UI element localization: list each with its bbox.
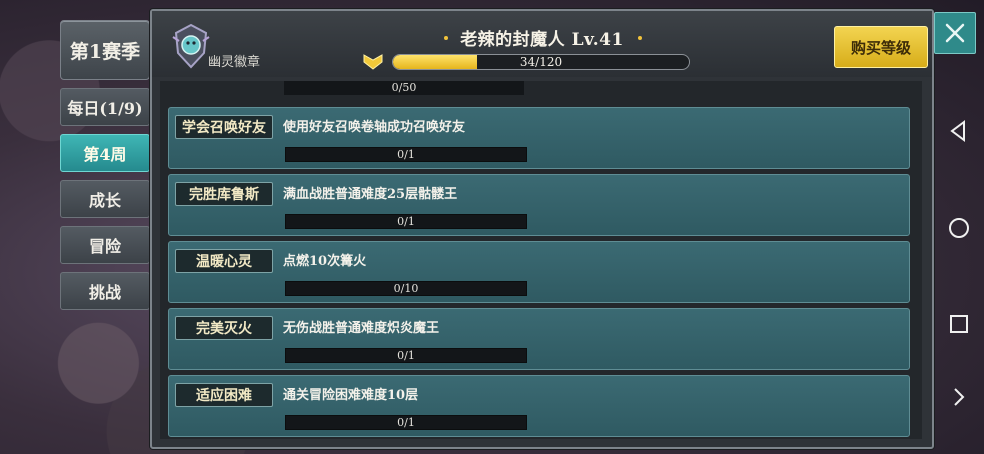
task-title: 完美灭火 bbox=[175, 316, 273, 340]
badge-label: 幽灵徽章 bbox=[208, 55, 261, 70]
task-description: 无伤战胜普通难度炽炎魔王 bbox=[283, 321, 440, 336]
buy-level-button[interactable]: 购买等级 bbox=[834, 26, 928, 68]
panel-header: 幽灵徽章 老辣的封魔人 Lv.41 34/120 购买等级 bbox=[152, 11, 932, 77]
task-card: 完胜库鲁斯 满血战胜普通难度25层骷髅王 0/1 bbox=[168, 174, 910, 236]
task-progress-bar: 0/1 bbox=[285, 147, 527, 162]
xp-progress-bar: 34/120 bbox=[392, 54, 690, 70]
close-button[interactable] bbox=[934, 12, 976, 54]
task-description: 通关冒险困难难度10层 bbox=[283, 388, 419, 403]
task-progress-bar: 0/50 bbox=[284, 81, 524, 95]
task-card: 学会召唤好友 使用好友召唤卷轴成功召唤好友 0/1 bbox=[168, 107, 910, 169]
ghost-badge-icon bbox=[172, 23, 210, 69]
tab-challenge[interactable]: 挑战 bbox=[60, 272, 150, 310]
task-title: 完胜库鲁斯 bbox=[175, 182, 273, 206]
tab-daily[interactable]: 每日(1/9) bbox=[60, 88, 150, 126]
task-card: 完美灭火 无伤战胜普通难度炽炎魔王 0/1 bbox=[168, 308, 910, 370]
home-nav-icon[interactable] bbox=[946, 215, 972, 241]
task-card: 温暖心灵 点燃10次篝火 0/10 bbox=[168, 241, 910, 303]
player-name-level: 老辣的封魔人 Lv.41 bbox=[460, 30, 624, 50]
name-right-ornament bbox=[638, 36, 642, 40]
close-icon bbox=[945, 23, 965, 43]
tab-week-4[interactable]: 第4周 bbox=[60, 134, 150, 172]
tab-growth[interactable]: 成长 bbox=[60, 180, 150, 218]
season-pass-panel: 幽灵徽章 老辣的封魔人 Lv.41 34/120 购买等级 0/50 学会召唤好… bbox=[150, 9, 934, 449]
task-progress-bar: 0/1 bbox=[285, 348, 527, 363]
season-tab[interactable]: 第1赛季 bbox=[60, 20, 150, 80]
recents-nav-icon[interactable] bbox=[946, 311, 972, 337]
task-title: 学会召唤好友 bbox=[175, 115, 273, 139]
task-description: 点燃10次篝火 bbox=[283, 254, 367, 269]
level-chevron-icon bbox=[363, 54, 383, 70]
chevron-right-icon[interactable] bbox=[946, 384, 972, 410]
task-description: 使用好友召唤卷轴成功召唤好友 bbox=[283, 120, 466, 135]
task-progress-bar: 0/1 bbox=[285, 214, 527, 229]
task-list[interactable]: 0/50 学会召唤好友 使用好友召唤卷轴成功召唤好友 0/1 完胜库鲁斯 满血战… bbox=[160, 81, 922, 439]
task-card: 适应困难 通关冒险困难难度10层 0/1 bbox=[168, 375, 910, 437]
task-title: 适应困难 bbox=[175, 383, 273, 407]
task-progress-bar: 0/1 bbox=[285, 415, 527, 430]
task-description: 满血战胜普通难度25层骷髅王 bbox=[283, 187, 458, 202]
xp-progress-text: 34/120 bbox=[519, 55, 563, 69]
back-nav-icon[interactable] bbox=[946, 118, 972, 144]
task-title: 温暖心灵 bbox=[175, 249, 273, 273]
task-progress-bar: 0/10 bbox=[285, 281, 527, 296]
tab-adventure[interactable]: 冒险 bbox=[60, 226, 150, 264]
